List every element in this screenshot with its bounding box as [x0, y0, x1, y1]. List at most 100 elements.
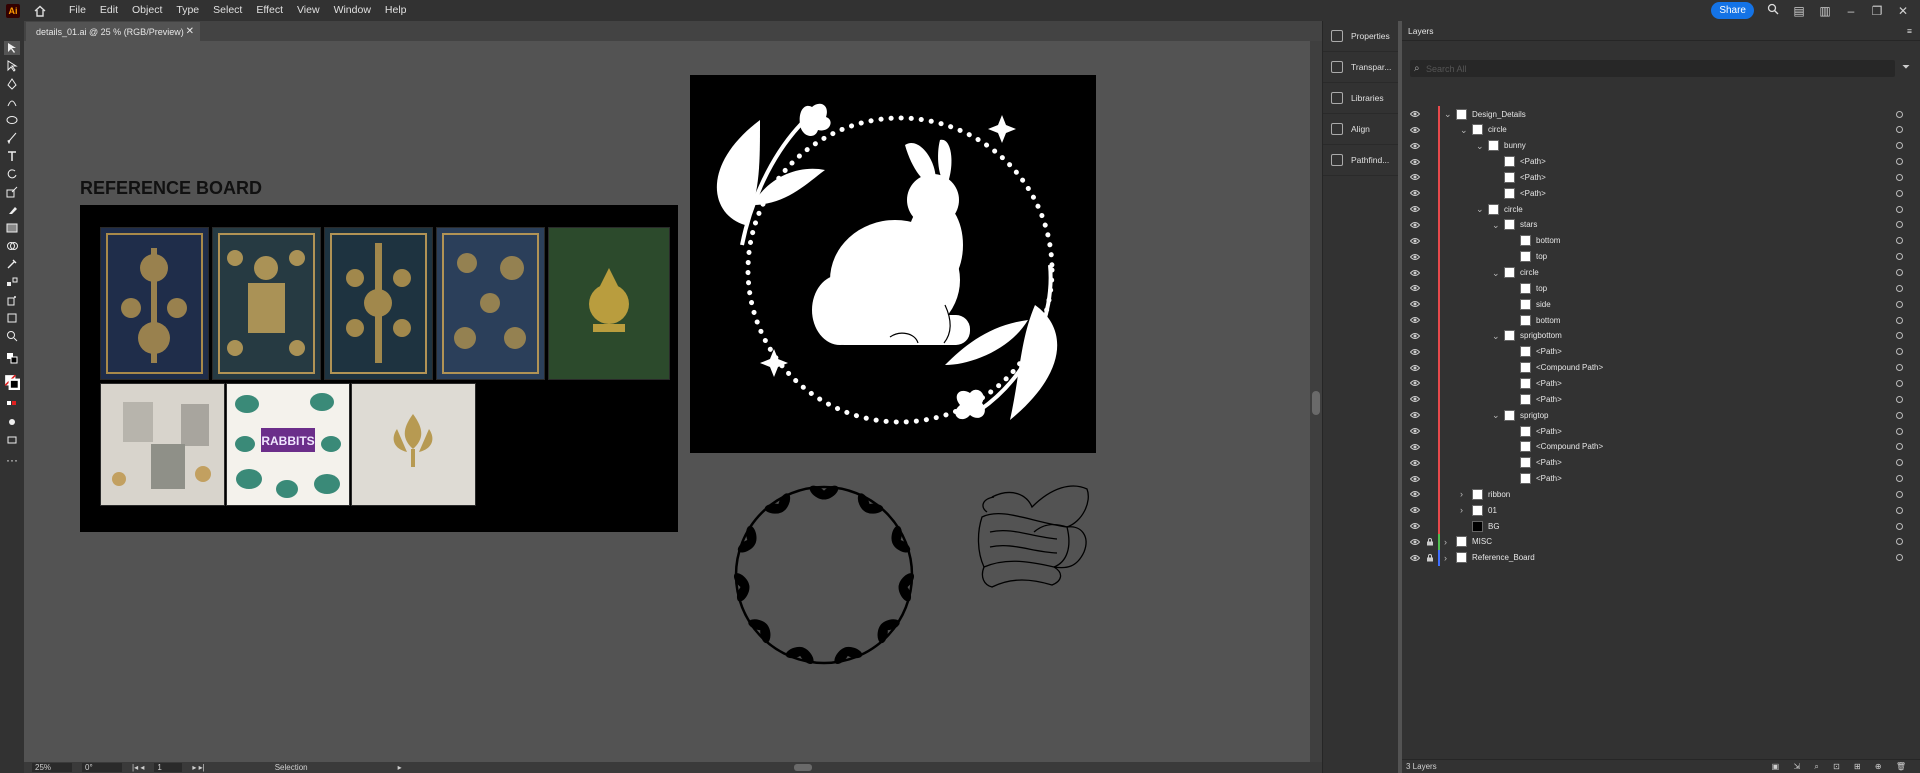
- twirl-open-icon[interactable]: ⌄: [1492, 268, 1500, 277]
- visibility-eye-icon[interactable]: [1409, 205, 1421, 213]
- layer-row[interactable]: side: [1402, 296, 1920, 313]
- target-circle-icon[interactable]: [1896, 395, 1903, 403]
- horizontal-scroll-thumb[interactable]: [794, 764, 812, 771]
- next-artboard-icon[interactable]: ▸ ▸|: [192, 763, 204, 772]
- search-icon[interactable]: [1766, 3, 1780, 18]
- layer-row[interactable]: ⌄ stars: [1402, 216, 1920, 233]
- twirl-open-icon[interactable]: ⌄: [1492, 220, 1500, 229]
- layer-row[interactable]: ⌄ circle: [1402, 201, 1920, 218]
- filter-icon[interactable]: ⏷: [1902, 62, 1910, 73]
- document-tab[interactable]: details_01.ai @ 25 % (RGB/Preview) ✕: [26, 22, 200, 41]
- target-circle-icon[interactable]: [1896, 475, 1903, 483]
- close-icon[interactable]: ✕: [1896, 4, 1910, 18]
- menu-window[interactable]: Window: [327, 0, 378, 21]
- visibility-eye-icon[interactable]: [1409, 490, 1421, 498]
- lock-icon[interactable]: [1426, 553, 1434, 562]
- paintbrush-tool-icon[interactable]: [4, 131, 20, 145]
- reference-image-5[interactable]: [548, 227, 670, 380]
- fill-stroke-icon[interactable]: [4, 371, 20, 393]
- layer-row[interactable]: › ribbon: [1402, 486, 1920, 503]
- reference-image-6[interactable]: [100, 383, 225, 506]
- layer-row[interactable]: <Compound Path>: [1402, 438, 1920, 455]
- target-circle-icon[interactable]: [1896, 221, 1903, 229]
- twirl-closed-icon[interactable]: ›: [1460, 506, 1468, 515]
- rotation-field[interactable]: 0°: [82, 763, 122, 772]
- twirl-open-icon[interactable]: ⌄: [1476, 205, 1484, 214]
- zoom-tool-icon[interactable]: [4, 329, 20, 343]
- target-circle-icon[interactable]: [1896, 269, 1903, 276]
- twirl-closed-icon[interactable]: ›: [1444, 537, 1452, 546]
- menu-select[interactable]: Select: [206, 0, 249, 21]
- dock-item-4[interactable]: Pathfind...: [1323, 145, 1398, 176]
- target-circle-icon[interactable]: [1896, 490, 1903, 498]
- visibility-eye-icon[interactable]: [1409, 522, 1421, 530]
- arrange-icon[interactable]: ▥: [1818, 4, 1832, 18]
- visibility-eye-icon[interactable]: [1409, 158, 1421, 166]
- visibility-eye-icon[interactable]: [1409, 269, 1421, 277]
- layer-row[interactable]: <Path>: [1402, 375, 1920, 392]
- reference-board-artboard[interactable]: RABBITS: [80, 205, 678, 532]
- target-circle-icon[interactable]: [1896, 205, 1903, 213]
- layer-row[interactable]: <Path>: [1402, 343, 1920, 360]
- prev-artboard-icon[interactable]: |◂ ◂: [132, 763, 144, 772]
- dock-item-2[interactable]: Libraries: [1323, 83, 1398, 114]
- visibility-eye-icon[interactable]: [1409, 284, 1421, 292]
- reference-image-1[interactable]: [100, 227, 209, 380]
- menu-effect[interactable]: Effect: [249, 0, 290, 21]
- layers-search-input[interactable]: Search All: [1410, 60, 1895, 77]
- target-circle-icon[interactable]: [1896, 158, 1903, 166]
- dock-item-3[interactable]: Align: [1323, 114, 1398, 145]
- dock-item-1[interactable]: Transpar...: [1323, 52, 1398, 83]
- layer-row[interactable]: bottom: [1402, 312, 1920, 329]
- layer-row[interactable]: ⌄ circle: [1402, 264, 1920, 281]
- layers-footer-actions-icon[interactable]: ▣ ⇲ ⌕ ⊡ ⊞ ⊕ 🗑: [1772, 762, 1912, 772]
- blend-tool-icon[interactable]: [4, 275, 20, 289]
- visibility-eye-icon[interactable]: [1409, 506, 1421, 514]
- menu-file[interactable]: File: [62, 0, 93, 21]
- visibility-eye-icon[interactable]: [1409, 395, 1421, 403]
- visibility-eye-icon[interactable]: [1409, 443, 1421, 451]
- workspace-icon[interactable]: ▤: [1792, 4, 1806, 18]
- layer-row[interactable]: › Reference_Board: [1402, 549, 1920, 566]
- eyedropper-tool-icon[interactable]: [4, 257, 20, 271]
- target-circle-icon[interactable]: [1896, 173, 1903, 181]
- visibility-eye-icon[interactable]: [1409, 459, 1421, 467]
- visibility-eye-icon[interactable]: [1409, 379, 1421, 387]
- target-circle-icon[interactable]: [1896, 316, 1903, 324]
- target-circle-icon[interactable]: [1896, 110, 1903, 118]
- vertical-scroll-thumb[interactable]: [1312, 391, 1320, 415]
- design-artboard[interactable]: [690, 75, 1096, 453]
- reference-image-8[interactable]: [351, 383, 476, 506]
- twirl-closed-icon[interactable]: ›: [1460, 490, 1468, 499]
- target-circle-icon[interactable]: [1896, 189, 1903, 197]
- draw-mode-icon[interactable]: [4, 415, 20, 429]
- menu-help[interactable]: Help: [378, 0, 414, 21]
- layer-row[interactable]: top: [1402, 248, 1920, 265]
- target-circle-icon[interactable]: [1896, 411, 1903, 419]
- target-circle-icon[interactable]: [1896, 379, 1903, 387]
- layer-row[interactable]: <Path>: [1402, 169, 1920, 186]
- direct-selection-tool-icon[interactable]: [4, 59, 20, 73]
- target-circle-icon[interactable]: [1896, 348, 1903, 356]
- ellipse-tool-icon[interactable]: [4, 113, 20, 127]
- target-circle-icon[interactable]: [1896, 237, 1903, 245]
- visibility-eye-icon[interactable]: [1409, 300, 1421, 308]
- twirl-open-icon[interactable]: ⌄: [1492, 411, 1500, 420]
- visibility-eye-icon[interactable]: [1409, 189, 1421, 197]
- target-circle-icon[interactable]: [1896, 332, 1903, 340]
- visibility-eye-icon[interactable]: [1409, 427, 1421, 435]
- type-tool-icon[interactable]: [4, 149, 20, 163]
- layer-row[interactable]: top: [1402, 280, 1920, 297]
- layer-row[interactable]: <Path>: [1402, 423, 1920, 439]
- more-tools-icon[interactable]: ···: [4, 453, 20, 467]
- color-mode-icon[interactable]: [4, 397, 20, 411]
- screen-mode-icon[interactable]: [4, 433, 20, 447]
- visibility-eye-icon[interactable]: [1409, 554, 1421, 562]
- visibility-eye-icon[interactable]: [1409, 348, 1421, 356]
- visibility-eye-icon[interactable]: [1409, 142, 1421, 150]
- reference-image-7[interactable]: RABBITS: [226, 383, 350, 506]
- artboard-tool-icon[interactable]: [4, 311, 20, 325]
- share-button[interactable]: Share: [1711, 2, 1754, 19]
- target-circle-icon[interactable]: [1896, 300, 1903, 308]
- layer-row[interactable]: ⌄ circle: [1402, 121, 1920, 138]
